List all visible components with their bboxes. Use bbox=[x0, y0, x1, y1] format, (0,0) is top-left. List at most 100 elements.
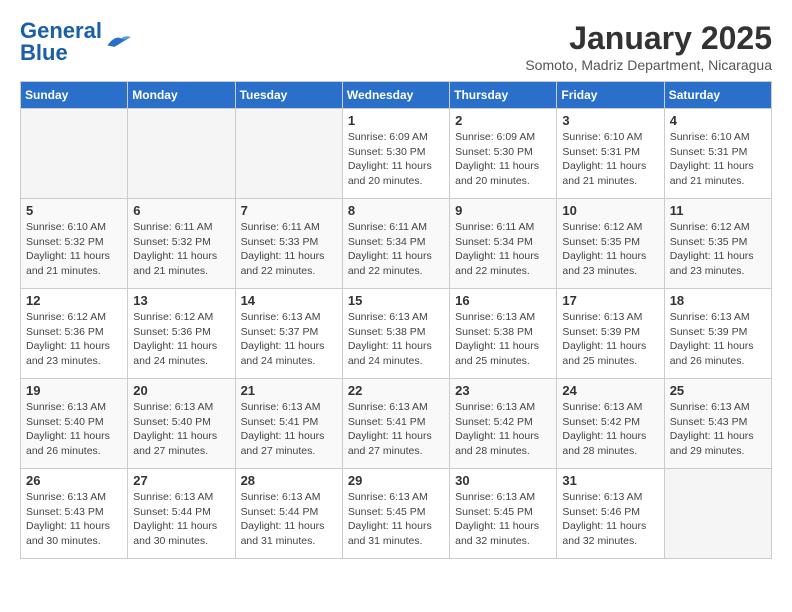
day-number: 26 bbox=[26, 473, 122, 488]
calendar-cell: 16 Sunrise: 6:13 AM Sunset: 5:38 PM Dayli… bbox=[450, 289, 557, 379]
calendar-cell: 9Sunrise: 6:11 AM Sunset: 5:34 PM Daylig… bbox=[450, 199, 557, 289]
day-number: 11 bbox=[670, 203, 766, 218]
calendar-table: SundayMondayTuesdayWednesdayThursdayFrid… bbox=[20, 81, 772, 559]
calendar-cell: 27 Sunrise: 6:13 AM Sunset: 5:44 PM Dayli… bbox=[128, 469, 235, 559]
week-row-1: 1 Sunrise: 6:09 AM Sunset: 5:30 PM Daylig… bbox=[21, 109, 772, 199]
day-info: Sunrise: 6:13 AM Sunset: 5:44 PM Dayligh… bbox=[133, 490, 229, 549]
weekday-header-wednesday: Wednesday bbox=[342, 82, 449, 109]
calendar-cell: 24Sunrise: 6:13 AM Sunset: 5:42 PM Dayli… bbox=[557, 379, 664, 469]
page-header: General Blue January 2025 Somoto, Madriz… bbox=[20, 20, 772, 73]
day-number: 14 bbox=[241, 293, 337, 308]
calendar-cell: 6 Sunrise: 6:11 AM Sunset: 5:32 PM Daylig… bbox=[128, 199, 235, 289]
calendar-cell: 23 Sunrise: 6:13 AM Sunset: 5:42 PM Dayli… bbox=[450, 379, 557, 469]
logo: General Blue bbox=[20, 20, 132, 64]
calendar-cell: 7Sunrise: 6:11 AM Sunset: 5:33 PM Daylig… bbox=[235, 199, 342, 289]
day-info: Sunrise: 6:13 AM Sunset: 5:40 PM Dayligh… bbox=[26, 400, 122, 459]
week-row-2: 5 Sunrise: 6:10 AM Sunset: 5:32 PM Daylig… bbox=[21, 199, 772, 289]
day-number: 19 bbox=[26, 383, 122, 398]
calendar-cell: 1 Sunrise: 6:09 AM Sunset: 5:30 PM Daylig… bbox=[342, 109, 449, 199]
calendar-cell: 20Sunrise: 6:13 AM Sunset: 5:40 PM Dayli… bbox=[128, 379, 235, 469]
day-info: Sunrise: 6:13 AM Sunset: 5:40 PM Dayligh… bbox=[133, 400, 229, 459]
day-number: 21 bbox=[241, 383, 337, 398]
month-title: January 2025 bbox=[525, 20, 772, 57]
week-row-5: 26Sunrise: 6:13 AM Sunset: 5:43 PM Dayli… bbox=[21, 469, 772, 559]
day-info: Sunrise: 6:10 AM Sunset: 5:31 PM Dayligh… bbox=[562, 130, 658, 189]
day-number: 28 bbox=[241, 473, 337, 488]
logo-text: General Blue bbox=[20, 20, 102, 64]
day-info: Sunrise: 6:13 AM Sunset: 5:45 PM Dayligh… bbox=[455, 490, 551, 549]
day-info: Sunrise: 6:13 AM Sunset: 5:42 PM Dayligh… bbox=[562, 400, 658, 459]
day-info: Sunrise: 6:13 AM Sunset: 5:38 PM Dayligh… bbox=[455, 310, 551, 369]
logo-blue: Blue bbox=[20, 40, 68, 65]
weekday-header-row: SundayMondayTuesdayWednesdayThursdayFrid… bbox=[21, 82, 772, 109]
day-number: 10 bbox=[562, 203, 658, 218]
day-number: 18 bbox=[670, 293, 766, 308]
day-info: Sunrise: 6:10 AM Sunset: 5:31 PM Dayligh… bbox=[670, 130, 766, 189]
calendar-cell bbox=[664, 469, 771, 559]
subtitle: Somoto, Madriz Department, Nicaragua bbox=[525, 57, 772, 73]
day-info: Sunrise: 6:13 AM Sunset: 5:43 PM Dayligh… bbox=[670, 400, 766, 459]
day-number: 16 bbox=[455, 293, 551, 308]
calendar-cell bbox=[235, 109, 342, 199]
calendar-cell: 29 Sunrise: 6:13 AM Sunset: 5:45 PM Dayli… bbox=[342, 469, 449, 559]
day-number: 8 bbox=[348, 203, 444, 218]
day-info: Sunrise: 6:13 AM Sunset: 5:41 PM Dayligh… bbox=[348, 400, 444, 459]
calendar-cell: 2 Sunrise: 6:09 AM Sunset: 5:30 PM Daylig… bbox=[450, 109, 557, 199]
day-info: Sunrise: 6:13 AM Sunset: 5:41 PM Dayligh… bbox=[241, 400, 337, 459]
weekday-header-thursday: Thursday bbox=[450, 82, 557, 109]
day-info: Sunrise: 6:10 AM Sunset: 5:32 PM Dayligh… bbox=[26, 220, 122, 279]
day-number: 17 bbox=[562, 293, 658, 308]
day-number: 5 bbox=[26, 203, 122, 218]
calendar-cell: 26Sunrise: 6:13 AM Sunset: 5:43 PM Dayli… bbox=[21, 469, 128, 559]
day-number: 1 bbox=[348, 113, 444, 128]
logo-bird-icon bbox=[104, 31, 132, 53]
calendar-cell: 22Sunrise: 6:13 AM Sunset: 5:41 PM Dayli… bbox=[342, 379, 449, 469]
day-number: 2 bbox=[455, 113, 551, 128]
day-info: Sunrise: 6:13 AM Sunset: 5:44 PM Dayligh… bbox=[241, 490, 337, 549]
weekday-header-friday: Friday bbox=[557, 82, 664, 109]
calendar-cell bbox=[128, 109, 235, 199]
day-number: 3 bbox=[562, 113, 658, 128]
weekday-header-monday: Monday bbox=[128, 82, 235, 109]
calendar-cell bbox=[21, 109, 128, 199]
day-number: 6 bbox=[133, 203, 229, 218]
calendar-cell: 25Sunrise: 6:13 AM Sunset: 5:43 PM Dayli… bbox=[664, 379, 771, 469]
weekday-header-tuesday: Tuesday bbox=[235, 82, 342, 109]
day-number: 31 bbox=[562, 473, 658, 488]
day-number: 27 bbox=[133, 473, 229, 488]
calendar-cell: 31 Sunrise: 6:13 AM Sunset: 5:46 PM Dayli… bbox=[557, 469, 664, 559]
day-info: Sunrise: 6:09 AM Sunset: 5:30 PM Dayligh… bbox=[348, 130, 444, 189]
day-number: 15 bbox=[348, 293, 444, 308]
day-info: Sunrise: 6:11 AM Sunset: 5:34 PM Dayligh… bbox=[348, 220, 444, 279]
weekday-header-saturday: Saturday bbox=[664, 82, 771, 109]
calendar-cell: 12 Sunrise: 6:12 AM Sunset: 5:36 PM Dayli… bbox=[21, 289, 128, 379]
day-info: Sunrise: 6:11 AM Sunset: 5:33 PM Dayligh… bbox=[241, 220, 337, 279]
weekday-header-sunday: Sunday bbox=[21, 82, 128, 109]
day-number: 12 bbox=[26, 293, 122, 308]
day-info: Sunrise: 6:13 AM Sunset: 5:37 PM Dayligh… bbox=[241, 310, 337, 369]
day-number: 29 bbox=[348, 473, 444, 488]
day-info: Sunrise: 6:11 AM Sunset: 5:32 PM Dayligh… bbox=[133, 220, 229, 279]
day-info: Sunrise: 6:13 AM Sunset: 5:39 PM Dayligh… bbox=[670, 310, 766, 369]
day-number: 23 bbox=[455, 383, 551, 398]
calendar-cell: 28 Sunrise: 6:13 AM Sunset: 5:44 PM Dayli… bbox=[235, 469, 342, 559]
week-row-4: 19 Sunrise: 6:13 AM Sunset: 5:40 PM Dayli… bbox=[21, 379, 772, 469]
calendar-cell: 4Sunrise: 6:10 AM Sunset: 5:31 PM Daylig… bbox=[664, 109, 771, 199]
calendar-cell: 8 Sunrise: 6:11 AM Sunset: 5:34 PM Daylig… bbox=[342, 199, 449, 289]
day-number: 30 bbox=[455, 473, 551, 488]
day-info: Sunrise: 6:12 AM Sunset: 5:36 PM Dayligh… bbox=[26, 310, 122, 369]
day-info: Sunrise: 6:12 AM Sunset: 5:35 PM Dayligh… bbox=[670, 220, 766, 279]
calendar-cell: 21 Sunrise: 6:13 AM Sunset: 5:41 PM Dayli… bbox=[235, 379, 342, 469]
day-info: Sunrise: 6:13 AM Sunset: 5:38 PM Dayligh… bbox=[348, 310, 444, 369]
day-info: Sunrise: 6:13 AM Sunset: 5:39 PM Dayligh… bbox=[562, 310, 658, 369]
day-number: 9 bbox=[455, 203, 551, 218]
day-info: Sunrise: 6:13 AM Sunset: 5:46 PM Dayligh… bbox=[562, 490, 658, 549]
calendar-cell: 13Sunrise: 6:12 AM Sunset: 5:36 PM Dayli… bbox=[128, 289, 235, 379]
calendar-cell: 15 Sunrise: 6:13 AM Sunset: 5:38 PM Dayli… bbox=[342, 289, 449, 379]
day-info: Sunrise: 6:09 AM Sunset: 5:30 PM Dayligh… bbox=[455, 130, 551, 189]
day-info: Sunrise: 6:13 AM Sunset: 5:45 PM Dayligh… bbox=[348, 490, 444, 549]
calendar-cell: 30 Sunrise: 6:13 AM Sunset: 5:45 PM Dayli… bbox=[450, 469, 557, 559]
day-info: Sunrise: 6:12 AM Sunset: 5:36 PM Dayligh… bbox=[133, 310, 229, 369]
day-info: Sunrise: 6:13 AM Sunset: 5:42 PM Dayligh… bbox=[455, 400, 551, 459]
calendar-cell: 19 Sunrise: 6:13 AM Sunset: 5:40 PM Dayli… bbox=[21, 379, 128, 469]
